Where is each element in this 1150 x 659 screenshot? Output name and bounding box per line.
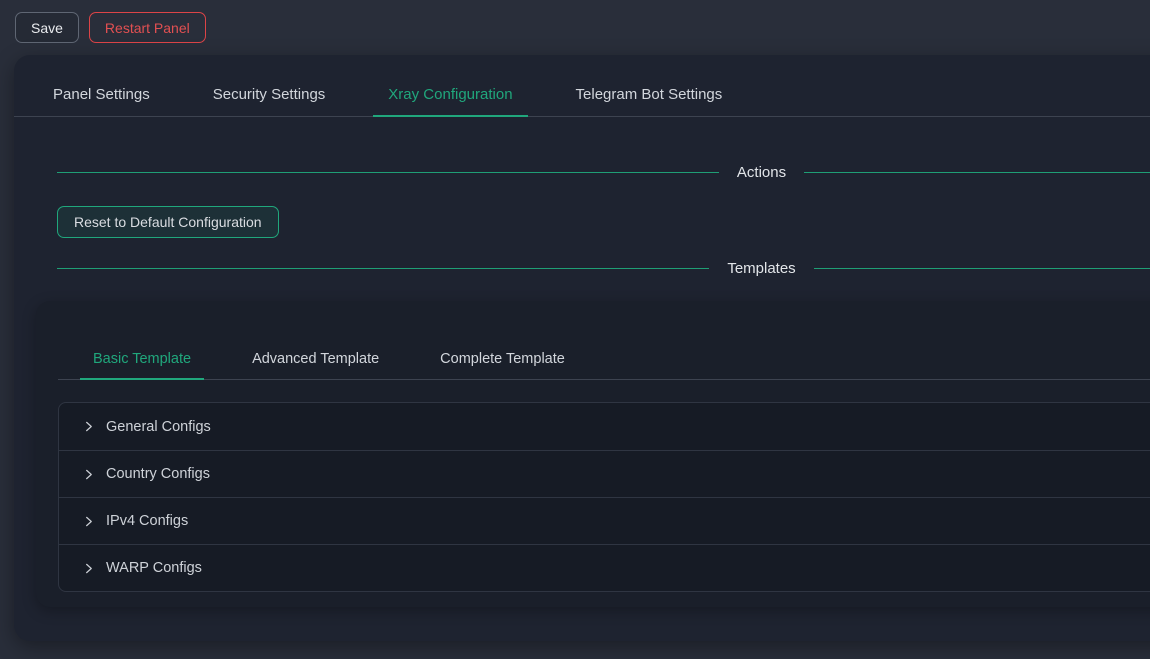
divider-line bbox=[57, 268, 709, 269]
templates-section-title: Templates bbox=[709, 260, 813, 277]
tab-advanced-template[interactable]: Advanced Template bbox=[239, 351, 392, 380]
tab-complete-template[interactable]: Complete Template bbox=[427, 351, 578, 380]
actions-section-title: Actions bbox=[719, 164, 804, 181]
restart-panel-button[interactable]: Restart Panel bbox=[89, 12, 206, 43]
actions-row: Reset to Default Configuration bbox=[57, 206, 1150, 238]
chevron-right-icon bbox=[82, 421, 94, 433]
collapse-item-country-configs[interactable]: Country Configs bbox=[59, 450, 1150, 497]
tab-telegram-bot-settings[interactable]: Telegram Bot Settings bbox=[561, 86, 738, 117]
template-tabbar: Basic Template Advanced Template Complet… bbox=[58, 323, 1150, 380]
collapse-item-label: IPv4 Configs bbox=[106, 513, 188, 529]
chevron-right-icon bbox=[82, 562, 94, 574]
collapse-item-warp-configs[interactable]: WARP Configs bbox=[59, 544, 1150, 591]
reset-to-default-button[interactable]: Reset to Default Configuration bbox=[57, 206, 279, 238]
settings-card: Panel Settings Security Settings Xray Co… bbox=[14, 55, 1150, 641]
collapse-item-ipv4-configs[interactable]: IPv4 Configs bbox=[59, 497, 1150, 544]
chevron-right-icon bbox=[82, 468, 94, 480]
tab-security-settings[interactable]: Security Settings bbox=[198, 86, 341, 117]
divider-line bbox=[804, 172, 1150, 173]
collapse-item-label: General Configs bbox=[106, 419, 211, 435]
config-collapse-list: General Configs Country Configs bbox=[58, 402, 1150, 592]
divider-line bbox=[814, 268, 1150, 269]
chevron-right-icon bbox=[82, 515, 94, 527]
collapse-item-label: WARP Configs bbox=[106, 560, 202, 576]
collapse-item-general-configs[interactable]: General Configs bbox=[59, 403, 1150, 450]
divider-line bbox=[57, 172, 719, 173]
top-toolbar: Save Restart Panel bbox=[15, 12, 206, 43]
templates-divider: Templates bbox=[57, 256, 1150, 280]
save-button[interactable]: Save bbox=[15, 12, 79, 43]
actions-divider: Actions bbox=[57, 160, 1150, 184]
tab-panel-settings[interactable]: Panel Settings bbox=[38, 86, 165, 117]
templates-card: Basic Template Advanced Template Complet… bbox=[36, 301, 1150, 607]
xray-configuration-pane: Actions Reset to Default Configuration T… bbox=[14, 160, 1150, 607]
collapse-item-label: Country Configs bbox=[106, 466, 210, 482]
tab-xray-configuration[interactable]: Xray Configuration bbox=[373, 86, 527, 117]
settings-tabbar: Panel Settings Security Settings Xray Co… bbox=[14, 55, 1150, 117]
tab-basic-template[interactable]: Basic Template bbox=[80, 351, 204, 380]
